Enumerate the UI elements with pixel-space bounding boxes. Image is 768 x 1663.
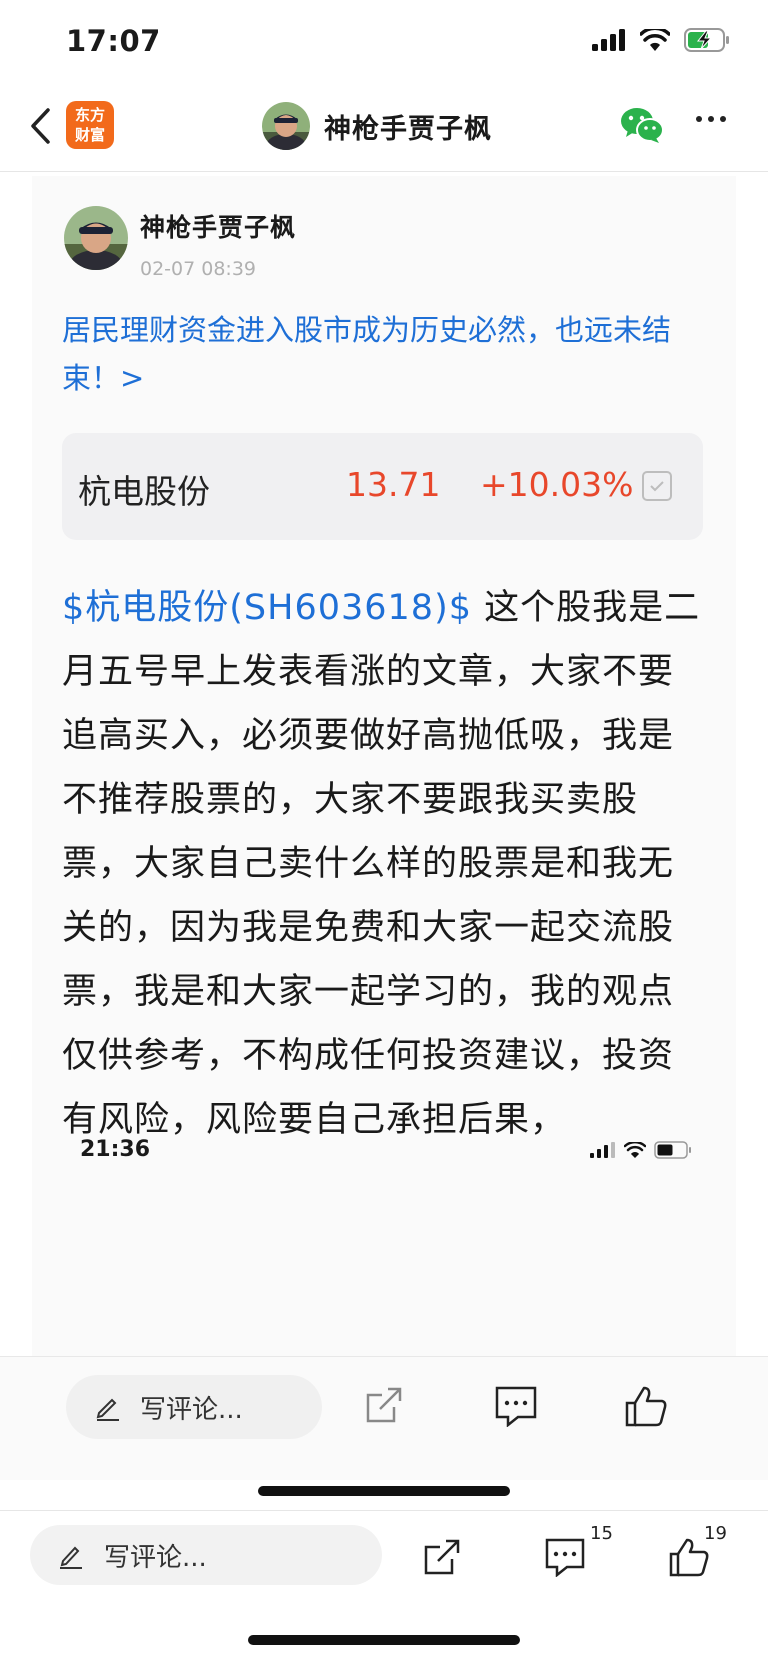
author-row[interactable]: 神枪手贾子枫 02-07 08:39 [64,206,296,280]
signal-icon [592,29,625,51]
author-name[interactable]: 神枪手贾子枫 [140,208,296,244]
nav-header: 东方 财富 神枪手贾子枫 [0,80,768,172]
signal-icon [590,1142,615,1158]
comment-placeholder: 写评论... [104,1542,207,1573]
stock-name: 杭电股份 [78,472,210,511]
chevron-left-icon [31,108,50,144]
embedded-home-indicator [258,1486,510,1496]
like-icon[interactable] [624,1385,668,1427]
comment-input[interactable]: 写评论... [30,1525,382,1585]
comment-icon[interactable] [544,1537,586,1577]
stock-tag-link[interactable]: $杭电股份(SH603618)$ [62,588,472,628]
stock-price: 13.71 [346,465,441,504]
post-card: 神枪手贾子枫 02-07 08:39 居民理财资金进入股市成为历史必然，也远未结… [32,176,736,1356]
post-title-link[interactable]: 居民理财资金进入股市成为历史必然，也远未结束！> [62,306,702,402]
embedded-comment-placeholder: 写评论... [140,1394,243,1425]
pencil-icon [60,1546,82,1569]
embedded-status-icons [590,1141,692,1159]
logo-line-1: 东方 [74,106,105,124]
nav-title: 神枪手贾子枫 [324,113,492,145]
stock-change: +10.03% [480,465,634,504]
app-logo[interactable]: 东方 财富 [66,101,114,149]
comment-icon[interactable] [494,1385,538,1427]
like-count: 19 [704,1523,727,1544]
bottom-action-bar: 写评论... 15 19 [0,1510,768,1663]
back-button[interactable] [20,104,60,148]
post-body-text: 这个股我是二月五号早上发表看涨的文章，大家不要追高买入，必须要做好高抛低吸，我是… [62,588,701,1140]
more-options-button[interactable] [696,116,726,122]
status-bar: 17:07 [0,0,768,80]
pencil-icon [96,1398,119,1421]
logo-line-2: 财富 [74,126,105,144]
embedded-action-bar: 写评论... [0,1356,768,1480]
status-icons [592,28,730,52]
share-icon[interactable] [422,1537,462,1577]
share-icon[interactable] [364,1385,404,1425]
comment-count: 15 [590,1523,613,1544]
author-avatar[interactable] [64,206,128,270]
more-dot-icon [708,116,714,122]
battery-icon [654,1141,691,1159]
more-dot-icon [696,116,702,122]
check-icon [650,481,664,492]
add-watchlist-checkbox[interactable] [642,471,672,501]
avatar[interactable] [262,102,310,150]
post-time: 02-07 08:39 [140,258,257,280]
stock-quote-card[interactable]: 杭电股份 13.71 +10.03% [62,433,703,540]
embedded-status-time: 21:36 [80,1137,151,1162]
status-time: 17:07 [66,24,161,58]
embedded-comment-input[interactable]: 写评论... [66,1375,322,1439]
nav-author[interactable]: 神枪手贾子枫 [262,102,492,150]
wifi-icon [624,1142,646,1158]
home-indicator [248,1635,520,1645]
post-body: $杭电股份(SH603618)$ 这个股我是二月五号早上发表看涨的文章，大家不要… [62,576,706,1152]
wechat-icon [621,108,664,143]
wechat-share-button[interactable] [620,106,664,148]
more-dot-icon [720,116,726,122]
battery-charging-icon [684,28,729,52]
wifi-icon [640,29,670,51]
